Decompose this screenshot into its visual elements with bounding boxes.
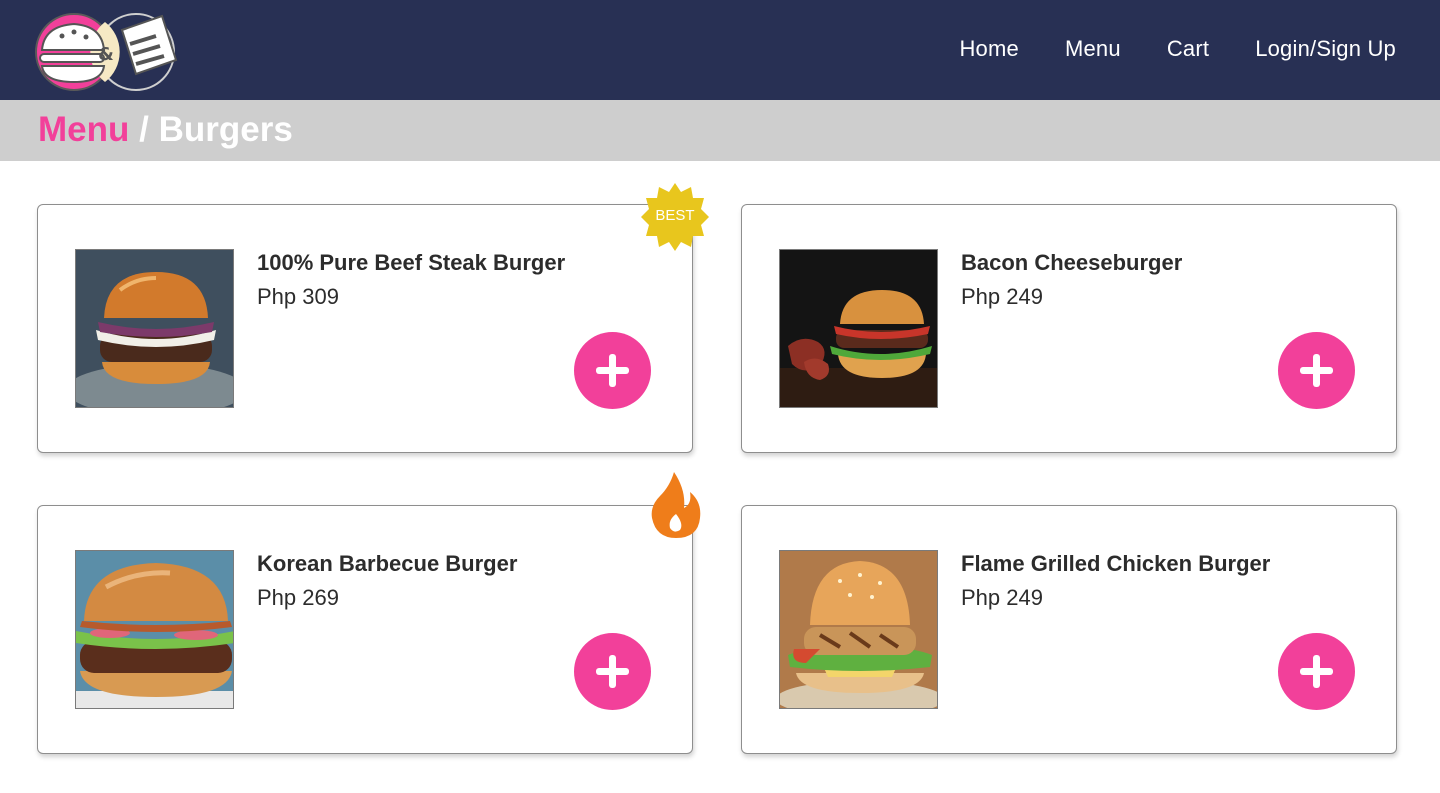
nav-home-link[interactable]: Home bbox=[959, 36, 1019, 62]
beef-burger-photo bbox=[75, 249, 234, 408]
product-card-beef-steak-burger[interactable]: 100% Pure Beef Steak Burger Php 309 bbox=[37, 204, 693, 453]
add-to-cart-button[interactable] bbox=[574, 332, 651, 409]
main-nav: Home Menu Cart Login/Sign Up bbox=[959, 36, 1396, 62]
product-card-bacon-cheeseburger[interactable]: Bacon Cheeseburger Php 249 bbox=[741, 204, 1397, 453]
best-badge-label: BEST bbox=[655, 207, 695, 224]
product-price: Php 249 bbox=[961, 284, 1043, 309]
product-name: Bacon Cheeseburger bbox=[961, 250, 1183, 275]
svg-text:&: & bbox=[98, 44, 114, 65]
product-name: 100% Pure Beef Steak Burger bbox=[257, 250, 566, 275]
product-price: Php 249 bbox=[961, 585, 1043, 610]
product-price: Php 309 bbox=[257, 284, 339, 309]
product-price: Php 269 bbox=[257, 585, 339, 610]
brand-logo[interactable]: & bbox=[30, 10, 180, 92]
nav-menu-link[interactable]: Menu bbox=[1065, 36, 1121, 62]
breadcrumb-current: Burgers bbox=[158, 110, 293, 149]
add-to-cart-button[interactable] bbox=[1278, 332, 1355, 409]
nav-cart-link[interactable]: Cart bbox=[1167, 36, 1209, 62]
flame-icon bbox=[651, 472, 701, 538]
add-to-cart-button[interactable] bbox=[574, 633, 651, 710]
korean-bbq-burger-photo bbox=[75, 550, 234, 709]
chicken-burger-photo bbox=[779, 550, 938, 709]
breadcrumb-separator: / bbox=[129, 110, 159, 149]
product-name: Korean Barbecue Burger bbox=[257, 551, 518, 576]
nav-login-signup-link[interactable]: Login/Sign Up bbox=[1255, 36, 1396, 62]
product-name: Flame Grilled Chicken Burger bbox=[961, 551, 1271, 576]
add-to-cart-button[interactable] bbox=[1278, 633, 1355, 710]
bacon-burger-photo bbox=[779, 249, 938, 408]
breadcrumb: Menu / Burgers bbox=[38, 110, 293, 150]
top-navbar: & Home Menu Cart Login/Sign Up bbox=[0, 0, 1440, 100]
breadcrumb-menu-link[interactable]: Menu bbox=[38, 110, 129, 149]
product-card-korean-barbecue-burger[interactable]: Korean Barbecue Burger Php 269 bbox=[37, 505, 693, 754]
product-card-flame-grilled-chicken-burger[interactable]: Flame Grilled Chicken Burger Php 249 bbox=[741, 505, 1397, 754]
